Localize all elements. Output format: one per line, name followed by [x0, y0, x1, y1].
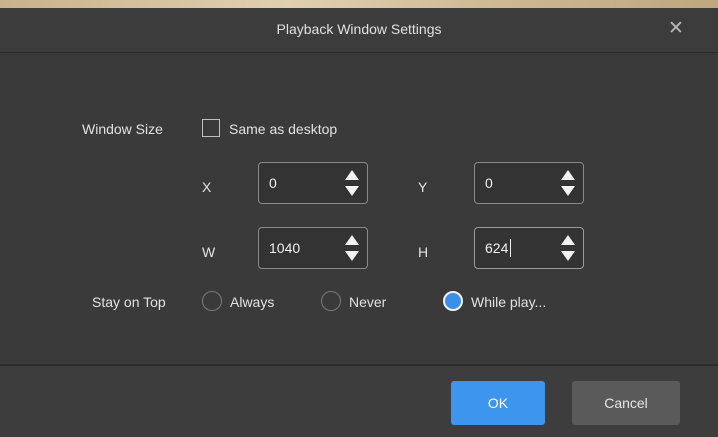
same-as-desktop-checkbox[interactable]	[202, 119, 220, 137]
x-stepper	[345, 168, 359, 198]
text-caret	[510, 239, 511, 257]
dialog-titlebar: Playback Window Settings ✕	[0, 8, 718, 53]
dialog-title: Playback Window Settings	[276, 21, 442, 37]
stay-on-top-label: Stay on Top	[92, 294, 166, 310]
w-field	[258, 227, 368, 269]
y-decrement-icon[interactable]	[561, 186, 575, 196]
w-decrement-icon[interactable]	[345, 251, 359, 261]
y-stepper	[561, 168, 575, 198]
w-label: W	[202, 244, 216, 260]
w-increment-icon[interactable]	[345, 235, 359, 245]
x-input[interactable]	[269, 174, 339, 192]
y-label: Y	[418, 179, 428, 195]
dialog-footer: OK Cancel	[0, 366, 718, 437]
radio-while-playing-label[interactable]: While play...	[471, 294, 546, 310]
playback-window-settings-dialog: Playback Window Settings ✕ Window Size S…	[0, 8, 718, 437]
h-field	[474, 227, 584, 269]
h-decrement-icon[interactable]	[561, 251, 575, 261]
radio-never[interactable]	[321, 291, 341, 311]
cancel-button[interactable]: Cancel	[572, 381, 680, 425]
w-stepper	[345, 233, 359, 263]
x-field	[258, 162, 368, 204]
ok-button[interactable]: OK	[451, 381, 545, 425]
same-as-desktop-label[interactable]: Same as desktop	[229, 121, 337, 137]
h-stepper	[561, 233, 575, 263]
y-input[interactable]	[485, 174, 555, 192]
y-field	[474, 162, 584, 204]
x-label: X	[202, 179, 212, 195]
h-increment-icon[interactable]	[561, 235, 575, 245]
radio-never-label[interactable]: Never	[349, 294, 386, 310]
w-input[interactable]	[269, 239, 339, 257]
h-input[interactable]	[485, 239, 555, 257]
close-icon[interactable]: ✕	[664, 17, 688, 41]
radio-while-playing[interactable]	[443, 291, 463, 311]
radio-always[interactable]	[202, 291, 222, 311]
background-strip	[0, 0, 718, 8]
radio-always-label[interactable]: Always	[230, 294, 274, 310]
h-label: H	[418, 244, 429, 260]
x-decrement-icon[interactable]	[345, 186, 359, 196]
y-increment-icon[interactable]	[561, 170, 575, 180]
window-size-label: Window Size	[82, 121, 163, 137]
x-increment-icon[interactable]	[345, 170, 359, 180]
